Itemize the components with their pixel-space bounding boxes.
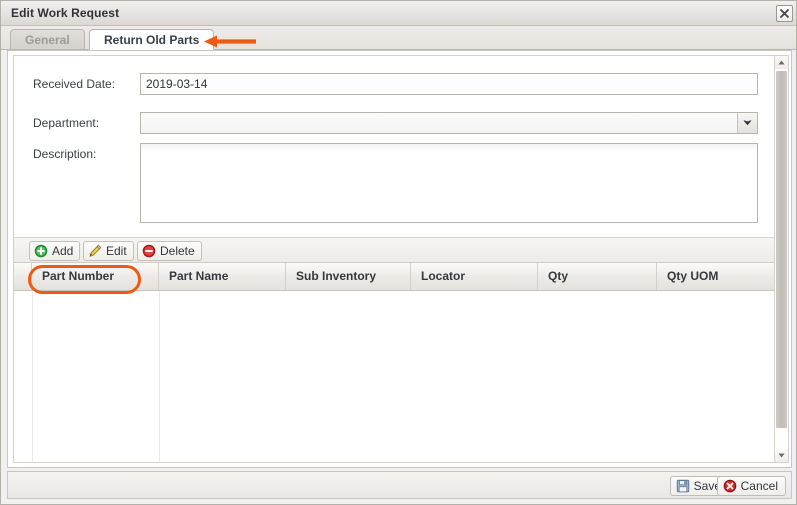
tab-panel-return-old-parts: Received Date: Department: Description:: [13, 55, 777, 463]
cancel-circle-icon: [723, 479, 736, 493]
triangle-down-icon: [778, 453, 785, 458]
save-disk-icon: [676, 479, 689, 493]
department-combobox[interactable]: [140, 112, 758, 134]
grid-header-qty-uom[interactable]: Qty UOM: [657, 263, 776, 290]
dialog-titlebar: Edit Work Request: [1, 1, 796, 26]
grid-body: [14, 291, 776, 462]
grid-header-qty[interactable]: Qty: [538, 263, 657, 290]
grid-column-divider: [32, 291, 33, 462]
delete-button-label: Delete: [160, 244, 195, 258]
edit-button[interactable]: Edit: [83, 241, 134, 261]
dialog-content-panel: Received Date: Department: Description:: [7, 50, 792, 468]
grid-column-divider: [159, 291, 160, 462]
grid-header-part-number[interactable]: Part Number: [32, 263, 159, 290]
close-icon: [779, 8, 790, 19]
delete-button[interactable]: Delete: [137, 241, 202, 261]
add-button[interactable]: Add: [29, 241, 81, 261]
chevron-down-icon: [743, 120, 752, 126]
received-date-input[interactable]: [140, 73, 758, 95]
pencil-icon: [89, 244, 102, 257]
department-label: Department:: [33, 116, 100, 130]
description-textarea[interactable]: [140, 143, 758, 223]
plus-circle-icon: [34, 244, 48, 258]
grid-header-select[interactable]: [14, 263, 32, 290]
grid-header-row: Part Number Part Name Sub Inventory Loca…: [14, 263, 776, 294]
edit-work-request-dialog: Edit Work Request General Return Old Par…: [0, 0, 797, 505]
triangle-up-icon: [778, 60, 785, 65]
received-date-label: Received Date:: [33, 77, 116, 91]
description-label: Description:: [33, 147, 97, 161]
scroll-down-button[interactable]: [775, 449, 788, 462]
cancel-button[interactable]: Cancel: [716, 476, 786, 496]
minus-circle-icon: [142, 244, 156, 258]
form-area: Received Date: Department: Description:: [14, 56, 776, 228]
tab-return-old-parts[interactable]: Return Old Parts: [89, 29, 215, 50]
content-vertical-scrollbar[interactable]: [774, 55, 789, 463]
tab-general[interactable]: General: [10, 29, 85, 50]
close-button[interactable]: [776, 5, 793, 22]
grid-header-part-name[interactable]: Part Name: [159, 263, 286, 290]
scroll-up-button[interactable]: [775, 56, 788, 69]
grid-toolbar: Add Edit Delete: [14, 237, 776, 263]
cancel-button-label: Cancel: [740, 479, 778, 493]
edit-button-label: Edit: [106, 244, 127, 258]
dialog-title: Edit Work Request: [11, 6, 120, 20]
tab-strip: General Return Old Parts: [1, 26, 796, 50]
department-dropdown-button[interactable]: [737, 113, 757, 133]
grid-header-sub-inventory[interactable]: Sub Inventory: [286, 263, 411, 290]
add-button-label: Add: [52, 244, 74, 258]
scroll-thumb[interactable]: [776, 71, 787, 428]
grid-header-locator[interactable]: Locator: [411, 263, 538, 290]
dialog-footer: Save Cancel: [7, 471, 792, 499]
